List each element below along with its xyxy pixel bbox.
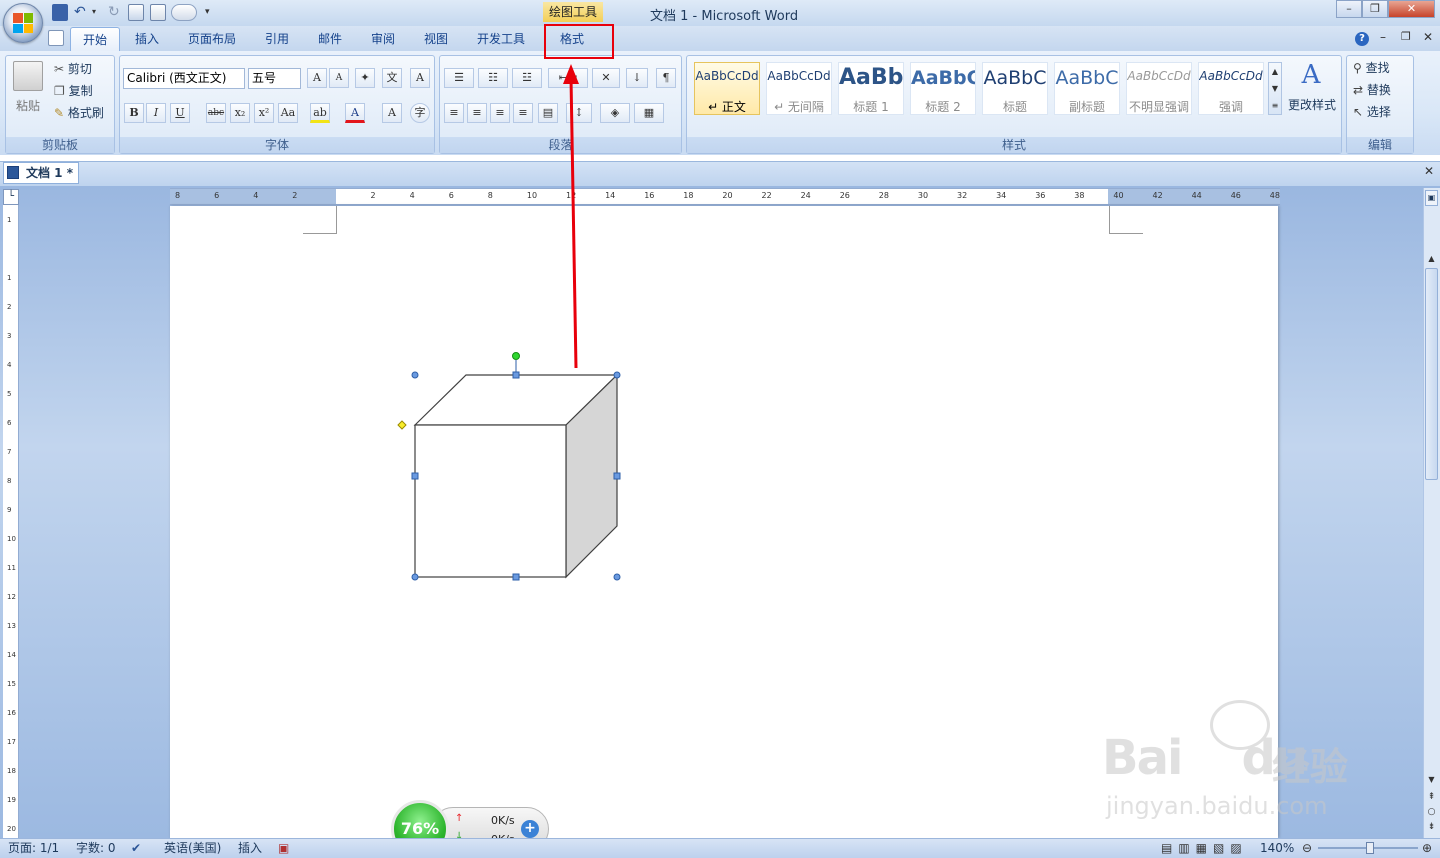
browse-object-icon[interactable]: ○ bbox=[1425, 805, 1438, 819]
scroll-down-icon[interactable]: ▼ bbox=[1425, 773, 1438, 787]
watermark-bai: Bai bbox=[1102, 730, 1183, 786]
zoom-slider-thumb[interactable] bbox=[1366, 842, 1374, 854]
watermark-cn: 经验 bbox=[1272, 745, 1349, 789]
status-mode[interactable]: 插入 bbox=[238, 839, 262, 858]
status-page[interactable]: 页面: 1/1 bbox=[8, 839, 59, 858]
zoom-in-icon[interactable]: ⊕ bbox=[1422, 839, 1432, 858]
upload-arrow-icon: ↑ bbox=[455, 813, 464, 824]
next-page-icon[interactable]: ⇟ bbox=[1425, 820, 1438, 834]
adjust-handle[interactable] bbox=[397, 420, 407, 430]
cube-shape[interactable] bbox=[413, 373, 619, 579]
add-icon[interactable]: + bbox=[521, 820, 539, 838]
annotation-arrow-head bbox=[563, 64, 579, 84]
status-zoom[interactable]: 140% bbox=[1260, 839, 1294, 858]
baidu-watermark: Bai du 经验 jingyan.baidu.com bbox=[1100, 700, 1370, 830]
upload-speed: 0K/s bbox=[491, 814, 515, 827]
ruler-toggle-icon[interactable]: ▣ bbox=[1425, 190, 1438, 206]
prev-page-icon[interactable]: ⇞ bbox=[1425, 790, 1438, 804]
scroll-thumb[interactable] bbox=[1425, 268, 1438, 480]
scroll-up-icon[interactable]: ▲ bbox=[1425, 252, 1438, 266]
watermark-url: jingyan.baidu.com bbox=[1106, 792, 1328, 820]
macro-record-icon[interactable]: ▣ bbox=[278, 839, 289, 858]
rotation-handle[interactable] bbox=[512, 352, 520, 360]
proofing-icon[interactable]: ✔ bbox=[131, 839, 141, 858]
zoom-out-icon[interactable]: ⊖ bbox=[1302, 839, 1312, 858]
office-button[interactable] bbox=[3, 3, 43, 43]
status-words[interactable]: 字数: 0 bbox=[76, 839, 116, 858]
annotation-arrow bbox=[569, 77, 578, 369]
office-logo-icon bbox=[13, 13, 33, 33]
status-language[interactable]: 英语(美国) bbox=[164, 839, 221, 858]
